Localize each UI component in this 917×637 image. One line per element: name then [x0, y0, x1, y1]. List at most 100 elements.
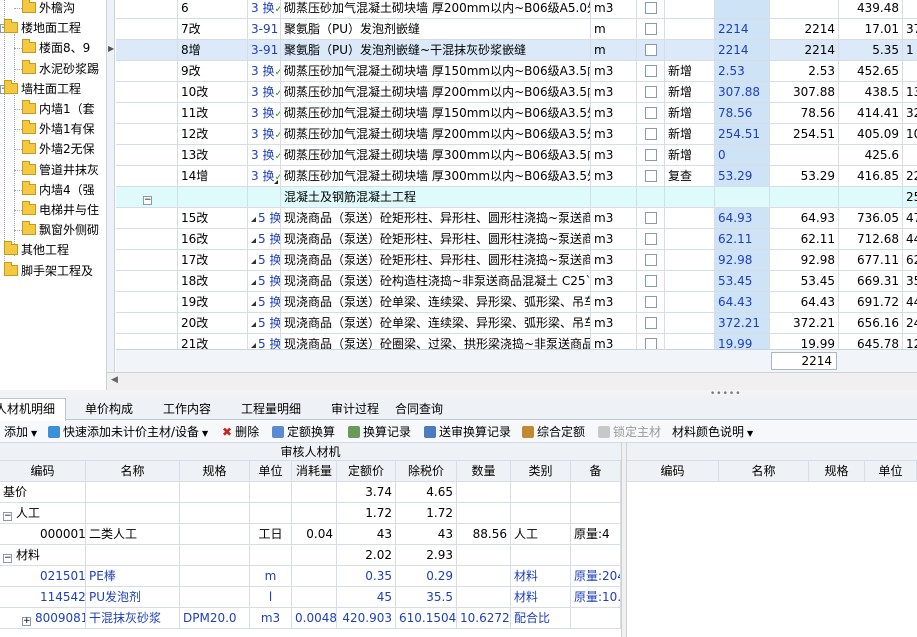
cell-unit[interactable]: m3	[591, 271, 637, 292]
cell-unit[interactable]: m3	[591, 313, 637, 334]
row-checkbox[interactable]	[644, 2, 657, 14]
cell-tag[interactable]: 5 换✓	[248, 271, 281, 292]
cell-name[interactable]: 砌蒸压砂加气混凝土砌块墙 厚300mm以内~B06级A3.5外墙	[281, 166, 591, 187]
cell-tail[interactable]: 47	[903, 208, 917, 229]
cell-tag[interactable]: 5 换✓	[248, 229, 281, 250]
cell-status[interactable]: 新增	[665, 82, 715, 103]
cell-chk[interactable]	[637, 187, 665, 208]
cell-no[interactable]	[178, 187, 248, 208]
bill-item-row[interactable]: 15改 5 换✓现浇商品（泵送）砼矩形柱、异形柱、圆形柱浇捣~泵送商品m3 64.9…	[116, 208, 917, 229]
cell-tag[interactable]: 3-91	[248, 40, 281, 61]
cell-chk[interactable]	[637, 313, 665, 334]
bill-item-row[interactable]: 14增 3 换✓砌蒸压砂加气混凝土砌块墙 厚300mm以内~B06级A3.5外墙m…	[116, 166, 917, 187]
row-checkbox[interactable]	[644, 317, 657, 329]
resource-row[interactable]: 基价 3.74 4.65	[0, 482, 621, 503]
row-checkbox[interactable]	[644, 233, 657, 245]
composite-quota-button[interactable]: 综合定额	[522, 421, 585, 443]
cell-chk[interactable]	[637, 145, 665, 166]
cell-qty[interactable]: 64.93	[715, 208, 770, 229]
cell-chk[interactable]	[637, 166, 665, 187]
bill-item-row[interactable]: 7改 3-91 聚氨脂（PU）发泡剂嵌缝 m 2214 2214 17.01 37	[116, 19, 917, 40]
tree-node[interactable]: 楼地面工程	[4, 18, 81, 38]
cell-tail[interactable]: 44	[903, 292, 917, 313]
cell-name[interactable]: 聚氨脂（PU）发泡剂嵌缝~干混抹灰砂浆嵌缝	[281, 40, 591, 61]
tree-node[interactable]: 外墙1有保	[22, 119, 95, 139]
cell-qty2[interactable]: 92.98	[770, 250, 839, 271]
cell-chk[interactable]	[637, 292, 665, 313]
header-unit[interactable]: 单位	[250, 461, 292, 482]
cell-qty2[interactable]: 64.43	[770, 292, 839, 313]
cell-name[interactable]: 现浇商品（泵送）砼矩形柱、异形柱、圆形柱浇捣~泵送商品	[281, 250, 591, 271]
cell-tail[interactable]: 44	[903, 229, 917, 250]
cell-qty[interactable]: 64.43	[715, 292, 770, 313]
cell-tag[interactable]: 5 换✓	[248, 292, 281, 313]
cell-qty[interactable]: 307.88	[715, 82, 770, 103]
cell-name[interactable]: 砌蒸压砂加气混凝土砌块墙 厚150mm以内~B06级A3.5外墙	[281, 103, 591, 124]
cell-tail[interactable]: 1	[903, 40, 917, 61]
bill-item-row[interactable]: 6 3 换✓砌蒸压砂加气混凝土砌块墙 厚200mm以内~B06级A5.0外墙m3 4…	[116, 0, 917, 19]
quota-convert-button[interactable]: 定额换算	[272, 421, 335, 443]
bill-item-row[interactable]: 13改 3 换✓砌蒸压砂加气混凝土砌块墙 厚300mm以内~B06级A3.5内墙m…	[116, 145, 917, 166]
cell-status[interactable]	[665, 40, 715, 61]
cell-chk[interactable]	[637, 124, 665, 145]
cell-unit[interactable]: m3	[591, 229, 637, 250]
cell-name[interactable]: 砌蒸压砂加气混凝土砌块墙 厚200mm以内~B06级A3.5外墙	[281, 124, 591, 145]
quota-tag[interactable]: 5 换	[258, 316, 280, 330]
quota-tag[interactable]: 3 换	[251, 169, 274, 183]
quota-tag[interactable]: 3-91	[251, 43, 278, 57]
dropdown-corner-icon[interactable]	[274, 180, 278, 184]
cell-chk[interactable]	[637, 208, 665, 229]
cell-name[interactable]: 砌蒸压砂加气混凝土砌块墙 厚200mm以内~B06级A5.0外墙	[281, 0, 591, 19]
cell-chk[interactable]	[637, 19, 665, 40]
cell-unit[interactable]: m3	[591, 82, 637, 103]
quota-tag[interactable]: 3 换	[251, 127, 274, 141]
resource-grid[interactable]: 审核人材机 编码 名称 规格 单位 消耗量 定额价 除税价 数量 类别备基价 3.74 4.65− 人…	[0, 443, 621, 637]
cell-price[interactable]: 677.11	[839, 250, 903, 271]
quota-tag[interactable]: 5 换	[258, 295, 280, 309]
cell-no[interactable]: 16改	[178, 229, 248, 250]
cell-no[interactable]: 17改	[178, 250, 248, 271]
cell-tail[interactable]: 135	[903, 82, 917, 103]
bill-item-row[interactable]: 8增 3-91 聚氨脂（PU）发泡剂嵌缝~干混抹灰砂浆嵌缝 m 2214 2214 5.35…	[116, 40, 917, 61]
bill-item-row[interactable]: 9改 3 换✓砌蒸压砂加气混凝土砌块墙 厚150mm以内~B06级A3.5内墙m3…	[116, 61, 917, 82]
cell-tag[interactable]	[248, 187, 281, 208]
cell-price[interactable]: 425.6	[839, 145, 903, 166]
sum-value-box[interactable]: 2214	[771, 352, 837, 370]
bill-item-row[interactable]: 12改 3 换✓砌蒸压砂加气混凝土砌块墙 厚200mm以内~B06级A3.5外墙m…	[116, 124, 917, 145]
cell-unit[interactable]: m3	[591, 208, 637, 229]
tab-2[interactable]: 工作内容	[152, 398, 222, 420]
cell-status[interactable]: 新增	[665, 124, 715, 145]
cell-status[interactable]	[665, 208, 715, 229]
tree-node[interactable]: 其他工程	[4, 240, 69, 260]
add-button[interactable]: 添加 ▼	[4, 421, 37, 443]
cell-status[interactable]	[665, 271, 715, 292]
row-checkbox[interactable]	[644, 23, 657, 35]
header-note[interactable]: 备	[571, 461, 621, 482]
cell-tail[interactable]: 35	[903, 271, 917, 292]
cell-tag[interactable]: 3 换✓	[248, 82, 281, 103]
cell-qty2[interactable]: 62.11	[770, 229, 839, 250]
cell-name[interactable]: 现浇商品（泵送）砼单梁、连续梁、异形梁、弧形梁、吊车	[281, 313, 591, 334]
tab-5[interactable]: 合同查询	[384, 398, 454, 420]
cell-status[interactable]	[665, 19, 715, 40]
cell-no[interactable]: 14增	[178, 166, 248, 187]
cell-qty[interactable]: 92.98	[715, 250, 770, 271]
resource-row[interactable]: − 人工 1.72 1.72	[0, 503, 621, 524]
cell-price[interactable]: 452.65	[839, 61, 903, 82]
cell-name[interactable]: 聚氨脂（PU）发泡剂嵌缝	[281, 19, 591, 40]
bill-item-row[interactable]: 19改 5 换✓现浇商品（泵送）砼单梁、连续梁、异形梁、弧形梁、吊车m3 64.43…	[116, 292, 917, 313]
row-checkbox[interactable]	[644, 86, 657, 98]
cell-unit[interactable]: m3	[591, 103, 637, 124]
cell-status[interactable]	[665, 229, 715, 250]
cell-qty[interactable]: 53.45	[715, 271, 770, 292]
resource-row[interactable]: 0215011PE棒 m 0.35 0.29 材料 原量:204	[0, 566, 621, 587]
cell-no[interactable]: 15改	[178, 208, 248, 229]
cell-no[interactable]: 9改	[178, 61, 248, 82]
bill-item-row[interactable]: 20改 5 换✓现浇商品（泵送）砼单梁、连续梁、异形梁、弧形梁、吊车m3 372.2…	[116, 313, 917, 334]
quota-tag[interactable]: 3-91	[251, 22, 278, 36]
cell-price[interactable]: 405.09	[839, 124, 903, 145]
row-checkbox[interactable]	[644, 128, 657, 140]
cell-no[interactable]: 6	[178, 0, 248, 19]
cell-no[interactable]: 8增	[178, 40, 248, 61]
cell-no[interactable]: 13改	[178, 145, 248, 166]
